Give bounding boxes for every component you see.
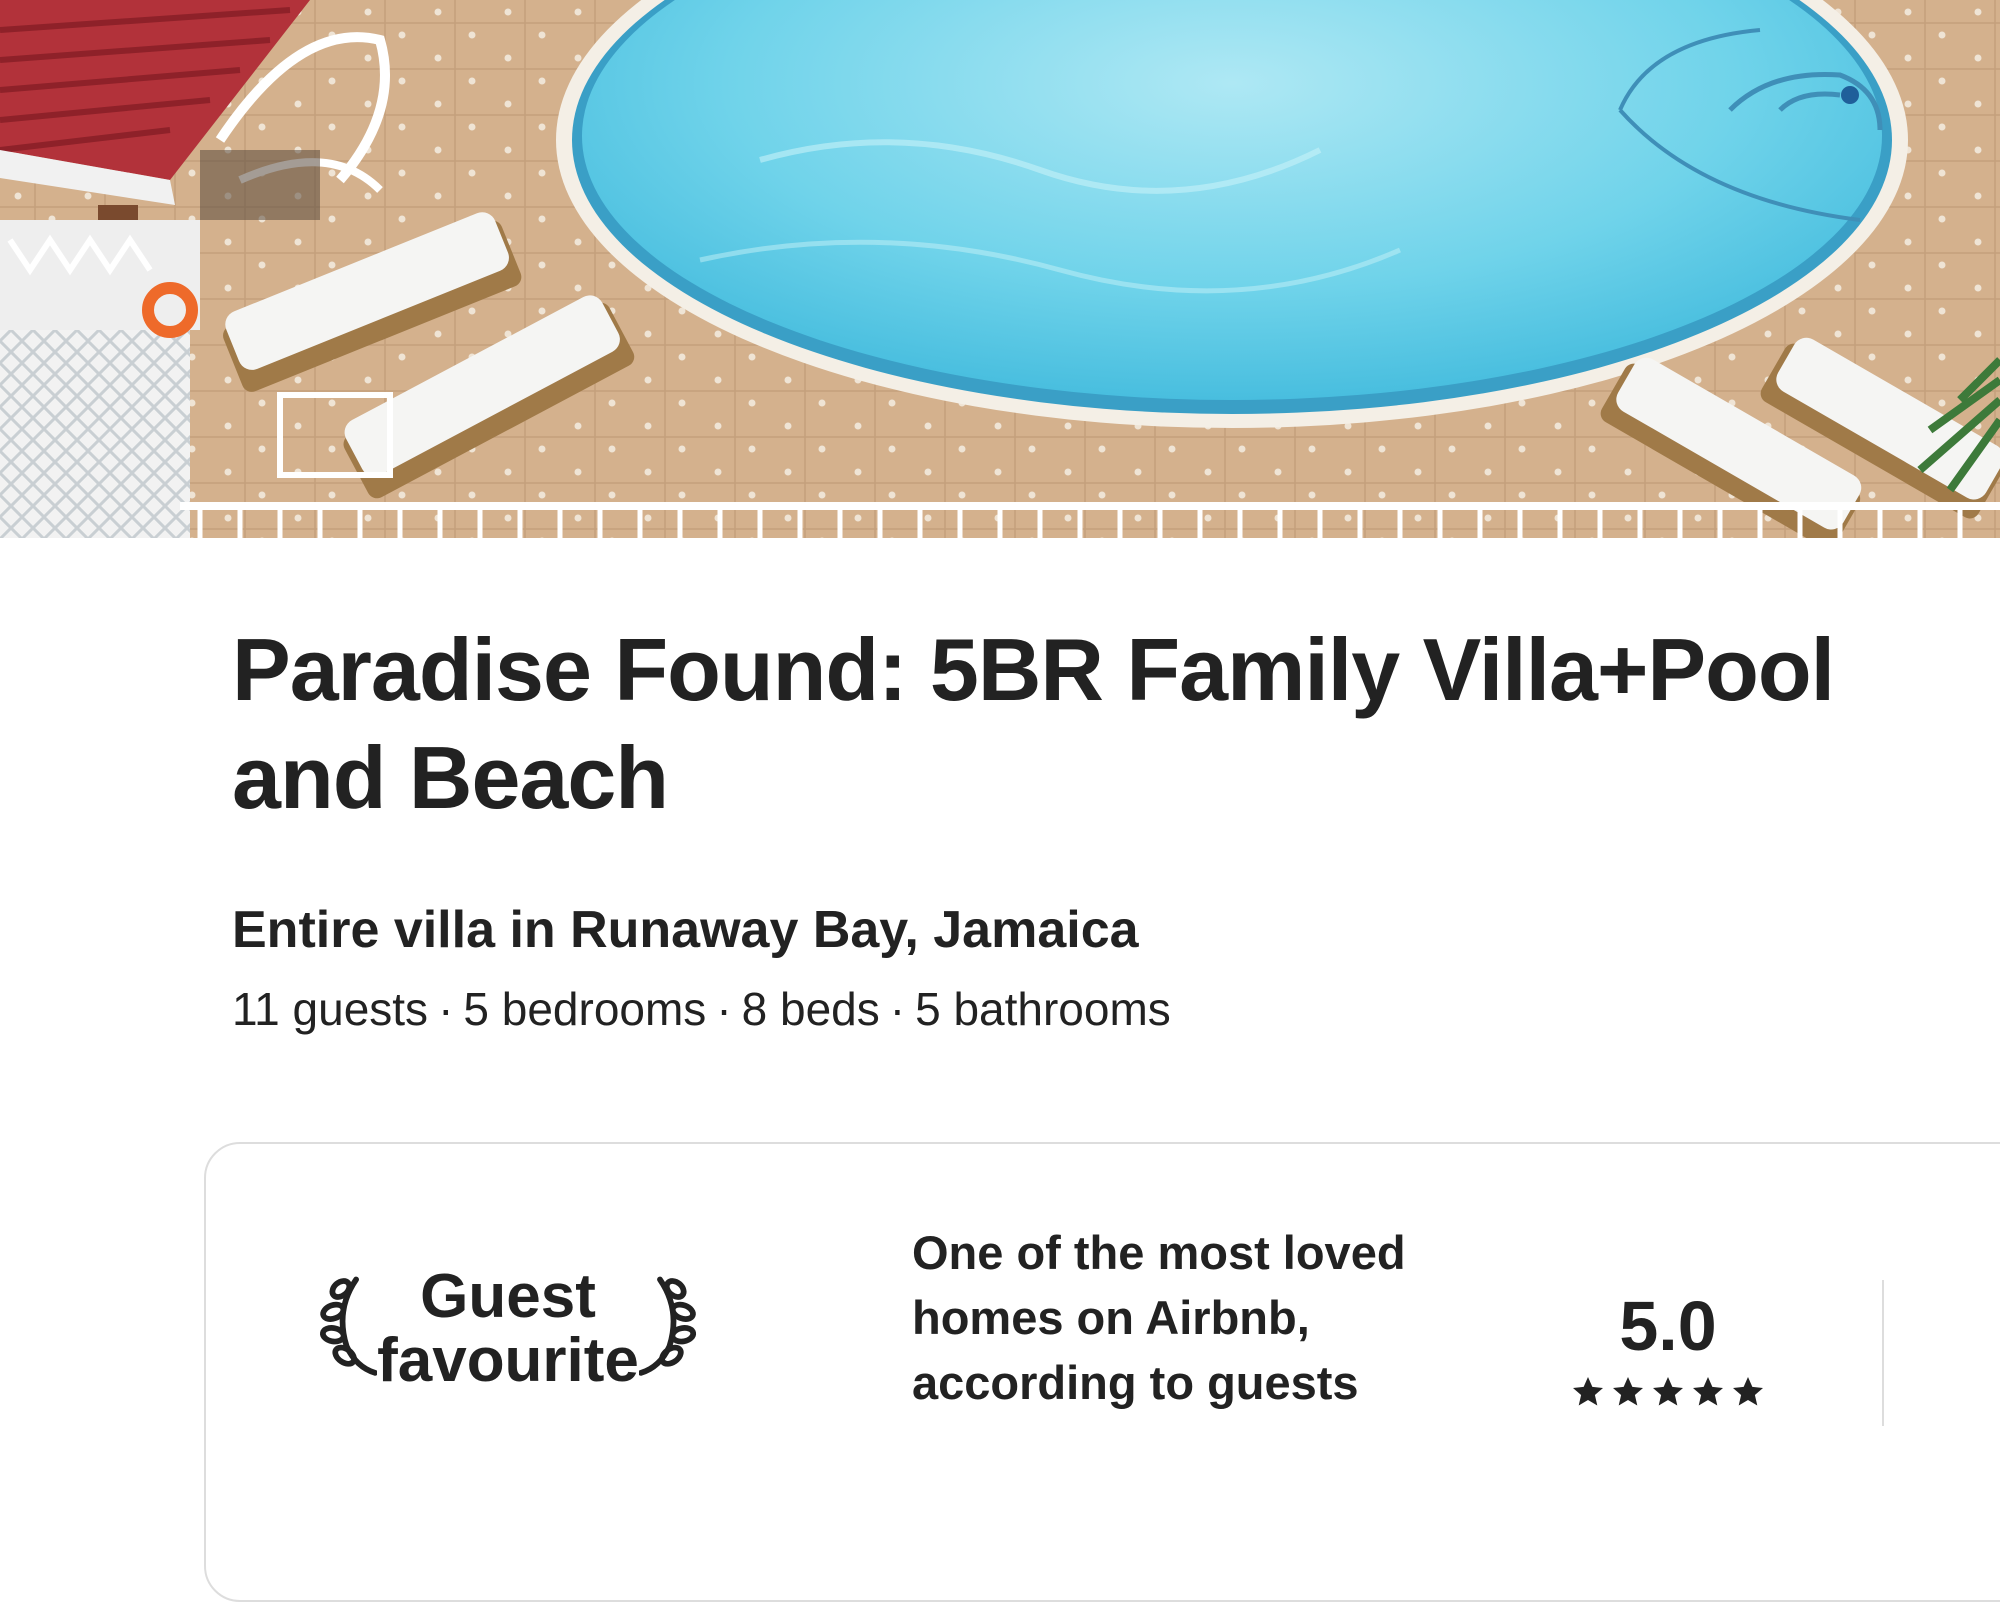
spec-bedrooms: 5 bedrooms (463, 983, 707, 1035)
listing-specs: 11 guests · 5 bedrooms · 8 beds · 5 bath… (232, 980, 1171, 1038)
guest-favourite-badge: Guest favourite (318, 1254, 698, 1404)
spec-guests: 11 guests (232, 983, 429, 1035)
listing-details: Paradise Found: 5BR Family Villa+Pool an… (0, 538, 2000, 1602)
rating-summary: 5.0 (1552, 1284, 1784, 1410)
guest-favourite-card[interactable]: Guest favourite One of the most loved ho… (204, 1142, 2000, 1602)
star-icon (1653, 1377, 1683, 1406)
spec-beds: 8 beds (741, 983, 880, 1035)
star-icon (1693, 1377, 1723, 1406)
star-icon (1733, 1377, 1763, 1406)
spec-separator: · (438, 983, 454, 1035)
listing-title: Paradise Found: 5BR Family Villa+Pool an… (232, 620, 1835, 827)
badge-line-2: favourite (377, 1326, 639, 1395)
star-icon (1573, 1377, 1603, 1406)
spec-separator: · (716, 983, 732, 1035)
star-icon (1613, 1377, 1643, 1406)
badge-line-1: Guest (420, 1262, 596, 1331)
rating-value: 5.0 (1619, 1287, 1717, 1365)
laurel-left-icon (320, 1276, 378, 1376)
pool-photo (0, 0, 2000, 538)
guest-favourite-description: One of the most loved homes on Airbnb, a… (912, 1226, 1406, 1409)
spec-bathrooms: 5 bathrooms (915, 983, 1171, 1035)
listing-subtitle: Entire villa in Runaway Bay, Jamaica (232, 901, 1139, 959)
spec-separator: · (889, 983, 906, 1035)
listing-photo[interactable] (0, 0, 2000, 538)
guest-favourite-label: Guest favourite (377, 1265, 639, 1393)
card-divider (1882, 1280, 1884, 1426)
rating-stars (1552, 1374, 1784, 1410)
laurel-right-icon (638, 1276, 696, 1376)
